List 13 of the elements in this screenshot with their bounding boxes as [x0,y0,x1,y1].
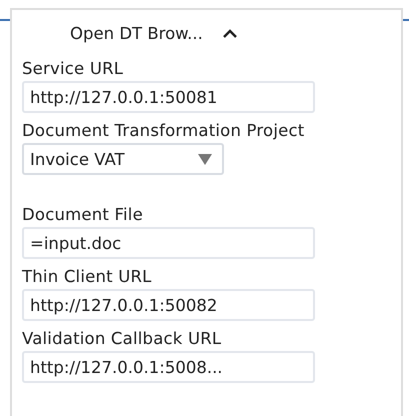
dropdown-arrow-icon [198,154,212,164]
input-field[interactable]: http://127.0.0.1:5008... [22,351,315,383]
field-label: Document Transformation Project [22,120,304,142]
field-label: Thin Client URL [22,266,152,288]
caret-icon [222,29,237,38]
input-field[interactable]: http://127.0.0.1:50082 [22,289,315,321]
field-label: Service URL [22,58,124,80]
field-label: Document File [22,204,143,226]
dropdown[interactable]: Invoice VAT [22,143,224,175]
input-field[interactable]: http://127.0.0.1:50081 [22,81,315,113]
field-label: Validation Callback URL [22,328,222,350]
panel-header-button[interactable]: Open DT Brow... [62,20,245,47]
input-field[interactable]: =input.doc [22,227,315,259]
